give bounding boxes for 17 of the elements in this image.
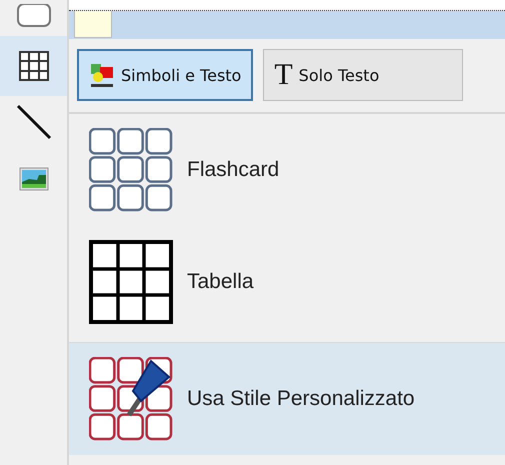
- option-label: Usa Stile Personalizzato: [187, 387, 415, 411]
- layout-option[interactable]: Flashcard: [69, 114, 505, 226]
- table-icon[interactable]: [18, 50, 50, 82]
- line-icon[interactable]: [16, 104, 52, 140]
- option-label: Tabella: [187, 270, 254, 294]
- layout-option[interactable]: Usa Stile Personalizzato: [69, 342, 505, 455]
- style-tab[interactable]: Simboli e Testo: [77, 49, 254, 101]
- option-label: Flashcard: [187, 158, 280, 182]
- image-icon[interactable]: [18, 167, 48, 191]
- symbols-icon: [89, 62, 115, 88]
- layout-option[interactable]: Tabella: [69, 226, 505, 338]
- pinned-grid-icon: [89, 357, 173, 441]
- style-tab[interactable]: T Solo Testo: [263, 49, 464, 101]
- table-grid-icon: [89, 240, 173, 324]
- text-icon: T: [274, 58, 293, 92]
- flashcard-grid-icon: [89, 128, 173, 212]
- color-swatch[interactable]: [74, 11, 112, 38]
